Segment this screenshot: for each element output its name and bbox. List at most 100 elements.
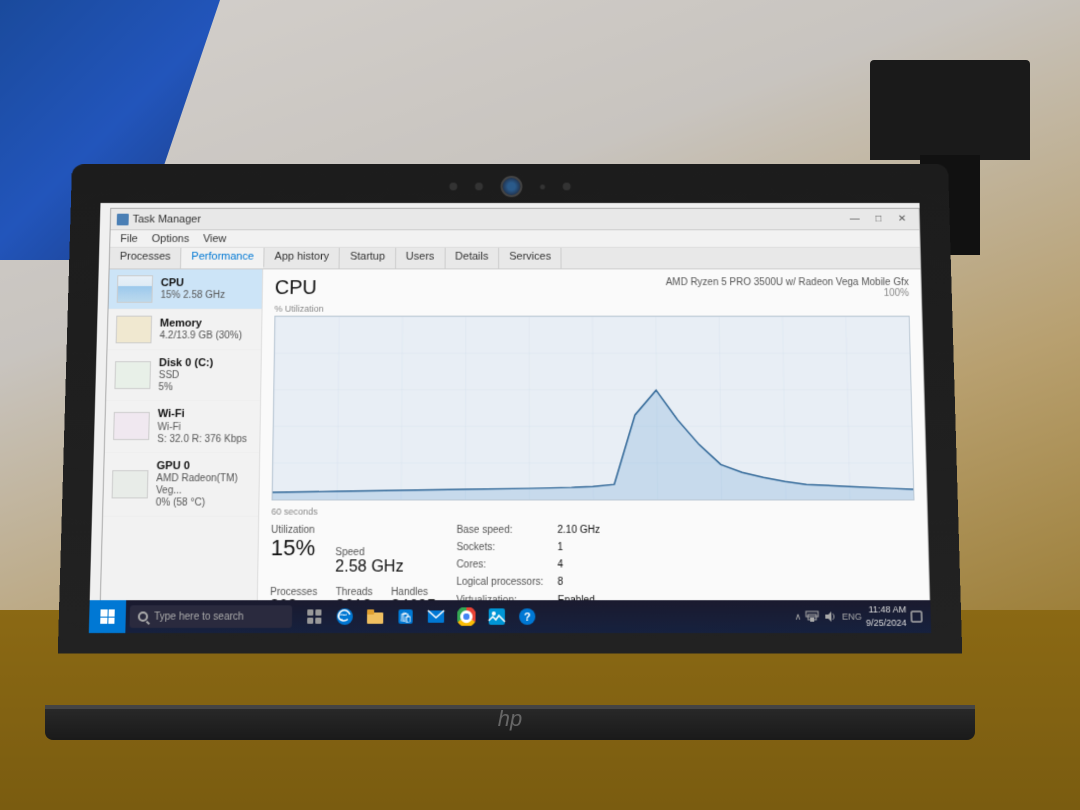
tab-startup[interactable]: Startup	[340, 248, 396, 269]
minimize-button[interactable]: —	[844, 210, 866, 228]
base-speed-key: Base speed:	[456, 525, 543, 540]
wifi-sub1: Wi-Fi	[157, 422, 251, 434]
search-placeholder-text: Type here to search	[154, 611, 244, 622]
photos-button[interactable]	[483, 600, 511, 633]
mail-button[interactable]	[422, 600, 451, 633]
tab-performance[interactable]: Performance	[181, 248, 265, 269]
gpu-sub2: 0% (58 °C)	[156, 497, 251, 509]
gpu-label: GPU 0	[156, 459, 251, 473]
wifi-label: Wi-Fi	[158, 407, 252, 421]
memory-label: Memory	[160, 316, 254, 330]
mail-icon	[427, 609, 445, 623]
logical-key: Logical processors:	[456, 577, 543, 592]
store-button[interactable]: 🛍	[391, 600, 420, 633]
utilization-group: Utilization 15% Speed 2.58 GHz	[270, 525, 436, 576]
sidebar-item-memory[interactable]: Memory 4.2/13.9 GB (30%)	[107, 310, 261, 351]
taskbar-search-box[interactable]: Type here to search	[130, 605, 293, 628]
edge-button[interactable]	[330, 600, 359, 633]
start-button[interactable]	[89, 600, 126, 633]
camera-bar	[449, 176, 570, 197]
system-time-date: 11:48 AM 9/25/2024	[866, 604, 907, 630]
taskmanager-body: CPU 15% 2.58 GHz Memory 4.2/13.9 GB (30%…	[100, 269, 929, 614]
menu-options[interactable]: Options	[146, 232, 196, 246]
sidebar-item-wifi[interactable]: Wi-Fi Wi-Fi S: 32.0 R: 376 Kbps	[105, 401, 260, 452]
sidebar-item-gpu[interactable]: GPU 0 AMD Radeon(TM) Veg... 0% (58 °C)	[103, 453, 259, 517]
wifi-sub2: S: 32.0 R: 376 Kbps	[157, 434, 251, 446]
handles-label: Handles	[391, 586, 436, 597]
x-axis-label: 60 seconds	[271, 507, 915, 517]
notification-icon[interactable]	[910, 610, 922, 622]
cpu-label: CPU	[161, 276, 255, 290]
sidebar-item-disk[interactable]: Disk 0 (C:) SSD 5%	[106, 350, 261, 401]
disk-sub2: 5%	[158, 382, 252, 394]
tab-details[interactable]: Details	[445, 248, 499, 269]
disk-thumbnail	[114, 361, 151, 389]
clock-time: 11:48 AM	[866, 604, 907, 617]
window-title: Task Manager	[117, 213, 201, 225]
memory-thumbnail	[116, 316, 153, 344]
cpu-utilization-graph	[272, 316, 915, 501]
cpu-percent-label: 100%	[666, 288, 910, 299]
laptop: Task Manager — □ ✕ File Options View	[65, 160, 1015, 740]
scene-background: Task Manager — □ ✕ File Options View	[0, 0, 1080, 810]
laptop-base: hp	[45, 705, 975, 740]
tab-users[interactable]: Users	[396, 248, 445, 269]
speed-label: Speed	[335, 547, 403, 558]
sockets-key: Sockets:	[456, 542, 543, 557]
menu-view[interactable]: View	[197, 232, 233, 246]
memory-sub: 4.2/13.9 GB (30%)	[159, 331, 253, 343]
wifi-info: Wi-Fi Wi-Fi S: 32.0 R: 376 Kbps	[157, 407, 252, 445]
titlebar: Task Manager — □ ✕	[111, 209, 920, 230]
tab-processes[interactable]: Processes	[110, 248, 182, 269]
chrome-button[interactable]	[452, 600, 480, 633]
base-speed-val: 2.10 GHz	[557, 525, 600, 540]
cores-key: Cores:	[456, 560, 543, 575]
sidebar-item-cpu[interactable]: CPU 15% 2.58 GHz	[109, 269, 263, 309]
hp-logo: hp	[498, 706, 522, 732]
tab-bar: Processes Performance App history Startu…	[110, 248, 921, 270]
svg-text:🛍: 🛍	[399, 611, 412, 623]
tab-services[interactable]: Services	[499, 248, 562, 269]
search-icon	[138, 611, 148, 621]
gpu-thumbnail	[112, 470, 149, 498]
cpu-info: CPU 15% 2.58 GHz	[160, 276, 254, 302]
disk-label: Disk 0 (C:)	[159, 356, 253, 370]
cpu-graph-svg	[273, 317, 914, 500]
cpu-thumb-graph	[118, 286, 152, 301]
utilization-value: 15%	[271, 536, 316, 561]
threads-label: Threads	[336, 586, 373, 597]
taskbar-pinned-icons: 🛍	[296, 600, 787, 633]
tab-app-history[interactable]: App history	[265, 248, 341, 269]
camera-dot-left	[449, 183, 457, 191]
taskview-icon	[306, 608, 322, 624]
cpu-detail-panel: CPU AMD Ryzen 5 PRO 3500U w/ Radeon Vega…	[258, 269, 930, 614]
language-indicator: ENG	[842, 611, 862, 621]
camera-dot-3	[540, 184, 545, 189]
tray-arrow[interactable]: ∧	[795, 611, 802, 622]
cpu-model-text: AMD Ryzen 5 PRO 3500U w/ Radeon Vega Mob…	[666, 277, 909, 288]
taskmanager-icon	[117, 213, 129, 225]
chrome-icon	[457, 607, 475, 625]
help-button[interactable]: ?	[513, 600, 541, 633]
speaker-icon	[824, 609, 838, 623]
cores-val: 4	[558, 560, 601, 575]
y-axis-label: % Utilization	[274, 304, 909, 314]
camera-lens	[501, 176, 523, 197]
sockets-val: 1	[557, 542, 600, 557]
content-header: CPU AMD Ryzen 5 PRO 3500U w/ Radeon Vega…	[275, 277, 910, 300]
file-explorer-icon	[366, 608, 384, 624]
file-explorer-button[interactable]	[361, 600, 390, 633]
performance-sidebar: CPU 15% 2.58 GHz Memory 4.2/13.9 GB (30%…	[100, 269, 263, 614]
camera-dot-right	[563, 183, 571, 191]
cpu-model-block: AMD Ryzen 5 PRO 3500U w/ Radeon Vega Mob…	[666, 277, 910, 299]
maximize-button[interactable]: □	[867, 210, 889, 228]
photos-icon	[488, 607, 506, 625]
window-controls: — □ ✕	[844, 210, 914, 228]
taskview-button[interactable]	[300, 600, 329, 633]
logical-val: 8	[558, 577, 601, 592]
speed-value: 2.58 GHz	[335, 558, 403, 576]
menu-file[interactable]: File	[114, 232, 144, 246]
cpu-sub: 15% 2.58 GHz	[160, 290, 254, 302]
close-button[interactable]: ✕	[891, 210, 913, 228]
processes-label: Processes	[270, 586, 317, 597]
